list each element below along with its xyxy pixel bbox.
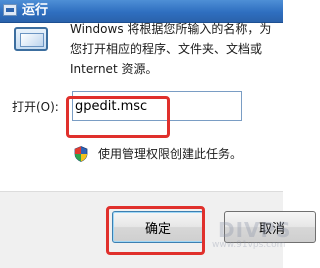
window-title: 运行 [22, 3, 49, 18]
admin-task-note: 使用管理权限创建此任务。 [98, 147, 243, 161]
ok-button[interactable]: 确定 [112, 211, 204, 243]
dialog-description: Windows 将根据您所输入的名称，为您打开相应的程序、文件夹、文档或 Int… [70, 22, 272, 76]
run-program-icon-screen [20, 33, 44, 47]
open-label: 打开(O): [12, 100, 59, 114]
uac-shield-icon [74, 146, 88, 162]
run-program-icon [14, 27, 48, 51]
cancel-button[interactable]: 取消 [224, 211, 316, 243]
open-input[interactable] [72, 91, 242, 121]
run-dialog-icon [3, 4, 17, 16]
